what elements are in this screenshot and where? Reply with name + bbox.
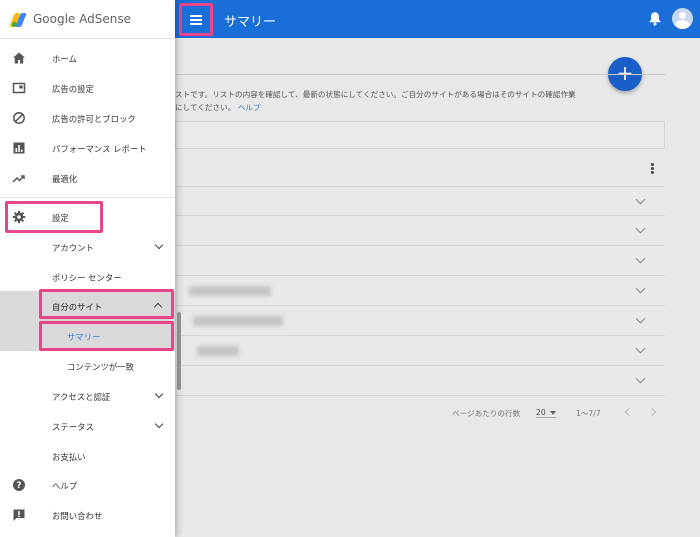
brand[interactable]: Google AdSense xyxy=(9,9,131,29)
pagination: ページあたりの行数 20 1～7/7 xyxy=(452,404,672,424)
redacted-site xyxy=(193,316,283,326)
block-icon xyxy=(13,112,25,124)
nav-item-allow-block[interactable]: 広告の許可とブロック xyxy=(0,103,175,133)
feedback-icon xyxy=(13,509,25,521)
expand-icon[interactable] xyxy=(635,343,646,354)
nav-item-home[interactable]: ホーム xyxy=(0,43,175,73)
drawer-scrollbar[interactable] xyxy=(177,312,181,390)
menu-icon xyxy=(190,15,202,25)
ad-units-icon xyxy=(12,82,26,94)
divider xyxy=(0,197,175,198)
nav-item-contact[interactable]: お問い合わせ xyxy=(0,500,175,530)
adsense-logo xyxy=(9,11,27,27)
table-row[interactable] xyxy=(175,186,665,216)
svg-text:?: ? xyxy=(16,481,21,491)
navigation-drawer: Google AdSense ホーム 広告の設定 広告の許可とブロック パフォー… xyxy=(0,0,175,537)
chevron-down-icon xyxy=(154,419,164,429)
home-icon xyxy=(13,52,25,64)
previous-page-icon[interactable] xyxy=(624,407,634,417)
table-row[interactable] xyxy=(175,216,665,246)
nav-item-help[interactable]: ? ヘルプ xyxy=(0,470,175,500)
main-content: + ストです。リストの内容を確認して、最新の状態にしてください。ご自分のサイトが… xyxy=(175,38,700,537)
my-sites-highlight xyxy=(39,289,174,319)
chevron-down-icon xyxy=(154,389,164,399)
nav-item-account[interactable]: アカウント xyxy=(0,232,175,262)
expand-icon[interactable] xyxy=(635,373,646,384)
bar-chart-icon xyxy=(13,142,25,154)
search-input[interactable] xyxy=(175,121,665,149)
expand-icon[interactable] xyxy=(635,313,646,324)
nav-item-ad-settings[interactable]: 広告の設定 xyxy=(0,73,175,103)
chevron-down-icon xyxy=(154,240,164,250)
nav-item-status[interactable]: ステータス xyxy=(0,411,175,441)
page-title: サマリー xyxy=(224,15,277,30)
intro-help-link[interactable]: ヘルプ xyxy=(238,103,261,112)
nav-item-access[interactable]: アクセスと認証 xyxy=(0,381,175,411)
table-row[interactable] xyxy=(175,336,665,366)
dropdown-icon xyxy=(549,411,556,415)
divider xyxy=(0,38,175,39)
nav-item-optimize[interactable]: 最適化 xyxy=(0,163,175,193)
site-list xyxy=(175,186,665,396)
table-row[interactable] xyxy=(175,276,665,306)
nav-item-performance[interactable]: パフォーマンス レポート xyxy=(0,133,175,163)
rows-per-page-select[interactable]: 20 xyxy=(536,408,556,418)
bell-icon[interactable] xyxy=(648,11,662,26)
rows-per-page-label: ページあたりの行数 xyxy=(452,409,521,418)
summary-highlight xyxy=(39,321,174,351)
nav-item-content-match[interactable]: コンテンツが一致 xyxy=(0,351,175,381)
account-icon[interactable] xyxy=(672,8,693,29)
table-row[interactable] xyxy=(175,366,665,396)
expand-icon[interactable] xyxy=(635,283,646,294)
header-divider xyxy=(175,74,665,75)
table-row[interactable] xyxy=(175,246,665,276)
nav-item-payments[interactable]: お支払い xyxy=(0,441,175,471)
expand-icon[interactable] xyxy=(635,253,646,264)
settings-highlight xyxy=(5,201,103,233)
page-range: 1～7/7 xyxy=(576,409,601,418)
expand-icon[interactable] xyxy=(635,194,646,205)
redacted-site xyxy=(189,286,271,296)
table-row[interactable] xyxy=(175,306,665,336)
redacted-site xyxy=(197,346,239,356)
intro-text: ストです。リストの内容を確認して、最新の状態にしてください。ご自分のサイトがある… xyxy=(175,90,576,112)
menu-button[interactable] xyxy=(179,3,213,36)
help-icon: ? xyxy=(13,479,25,491)
next-page-icon[interactable] xyxy=(647,407,657,417)
more-options-icon[interactable] xyxy=(649,162,655,176)
nav-item-policy-center[interactable]: ポリシー センター xyxy=(0,262,175,292)
trending-up-icon xyxy=(12,175,25,183)
expand-icon[interactable] xyxy=(635,223,646,234)
